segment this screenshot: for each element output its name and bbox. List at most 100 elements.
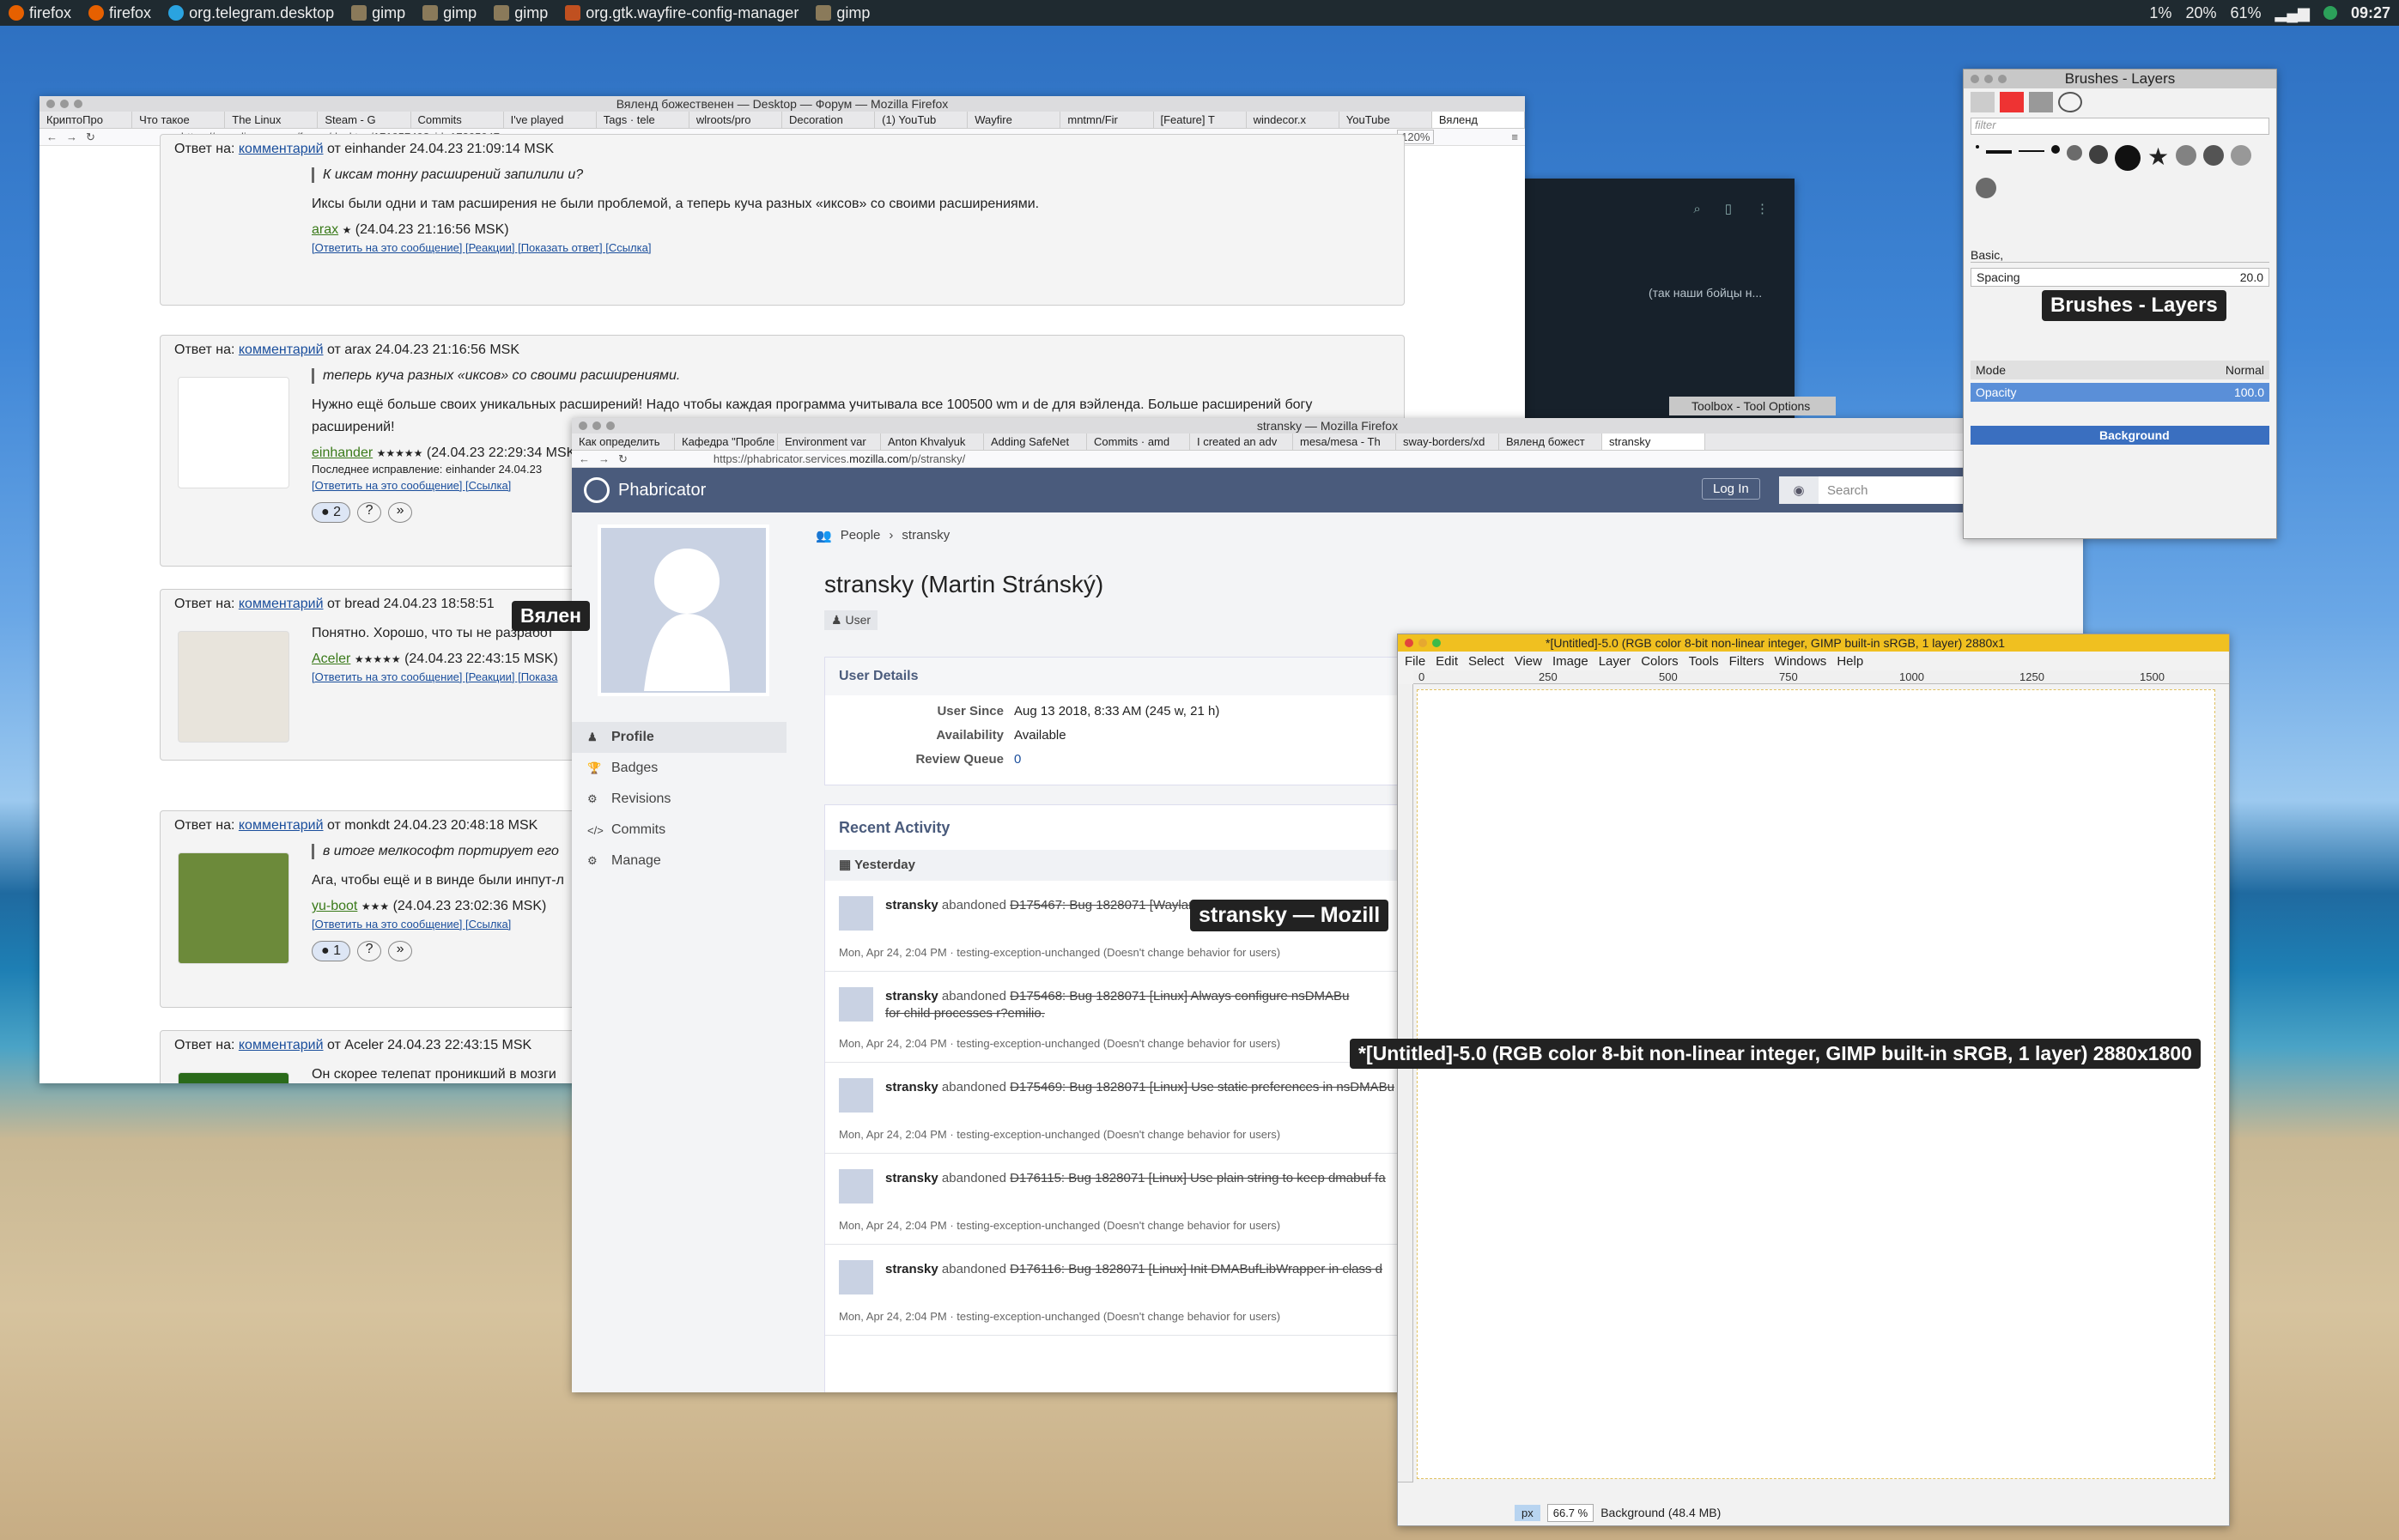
forward-icon[interactable]: → [66,130,77,143]
comment-link[interactable]: комментарий [239,1038,324,1052]
close-button[interactable] [1405,639,1413,647]
sidebar-item-manage[interactable]: ⚙ Manage [572,846,787,876]
menu-filters[interactable]: Filters [1729,654,1764,669]
revision-link[interactable]: D176115: Bug 1828071 [Linux] Use plain s… [1010,1171,1386,1185]
brush-swatch[interactable] [2019,150,2044,152]
globe-icon[interactable]: ◉ [1779,476,1819,504]
browser-tab[interactable]: Вяленд божест [1499,434,1602,450]
brush-swatch[interactable] [2051,145,2060,154]
close-button[interactable] [1971,75,1979,83]
post-actions[interactable]: [Ответить на это сообщение] [Реакции] [П… [312,241,1390,254]
taskbar-item[interactable]: org.telegram.desktop [160,4,343,22]
star-brush-icon[interactable]: ★ [2147,145,2169,171]
menu-icon[interactable]: ≡ [1511,130,1518,143]
browser-tab[interactable]: stransky [1602,434,1705,450]
author-link[interactable]: Aceler [312,652,350,666]
sidebar-toggle-icon[interactable]: ▯ [1725,201,1732,216]
browser-tab[interactable]: Как определить [572,434,675,450]
brush-swatch[interactable] [2176,145,2197,166]
taskbar-item[interactable]: firefox [0,4,80,22]
reload-icon[interactable]: ↻ [86,130,95,144]
activity-user[interactable]: stransky [885,1080,938,1094]
browser-tab[interactable]: I created an adv [1190,434,1293,450]
browser-tab[interactable]: The Linux [225,112,319,128]
menu-edit[interactable]: Edit [1436,654,1458,669]
history-tab-icon[interactable] [2058,92,2082,112]
back-icon[interactable]: ← [46,130,58,143]
browser-tab[interactable]: Anton Khvalyuk [881,434,984,450]
browser-tab[interactable]: [Feature] T [1154,112,1247,128]
forward-icon[interactable]: → [598,452,610,465]
menu-view[interactable]: View [1515,654,1542,669]
reaction-button[interactable]: ● 2 [312,502,351,523]
breadcrumb-user[interactable]: stransky [902,528,950,543]
browser-tab[interactable]: I've played [504,112,597,128]
browser-tab[interactable]: wlroots/pro [689,112,782,128]
comment-link[interactable]: комментарий [239,597,324,611]
menu-layer[interactable]: Layer [1599,654,1631,669]
menu-windows[interactable]: Windows [1774,654,1826,669]
minimize-button[interactable] [592,421,601,430]
reaction-button[interactable]: ● 1 [312,941,351,961]
layer-row[interactable]: Background [1971,426,2269,445]
taskbar-item[interactable]: gimp [807,4,878,22]
brush-swatch[interactable] [1986,150,2012,154]
spacing-slider[interactable]: Spacing 20.0 [1971,268,2269,287]
browser-tab[interactable]: Кафедра "Пробле [675,434,778,450]
brush-swatch[interactable] [2089,145,2108,164]
browser-tab[interactable]: Commits [411,112,504,128]
close-button[interactable] [46,100,55,108]
add-reaction-icon[interactable]: ? [357,502,382,523]
browser-tab[interactable]: Environment var [778,434,881,450]
maximize-button[interactable] [606,421,615,430]
more-icon[interactable]: ⋮ [1756,201,1769,216]
comment-link[interactable]: комментарий [239,818,324,833]
sidebar-item-revisions[interactable]: ⚙ Revisions [572,784,787,815]
menu-image[interactable]: Image [1552,654,1588,669]
close-button[interactable] [579,421,587,430]
browser-tab[interactable]: Что такое [132,112,226,128]
pattern-tab-icon[interactable] [2000,92,2024,112]
browser-tab[interactable]: windecor.x [1247,112,1339,128]
revision-link[interactable]: D175469: Bug 1828071 [Linux] Use static … [1010,1080,1394,1094]
add-reaction-icon[interactable]: ? [357,941,382,961]
menu-help[interactable]: Help [1837,654,1863,669]
detail-value[interactable]: 0 [1014,752,1021,776]
revision-link-cont[interactable]: for child processes r?emilio. [885,1006,1045,1021]
minimize-button[interactable] [1984,75,1993,83]
minimize-button[interactable] [60,100,69,108]
browser-tab[interactable]: Tags · tele [597,112,689,128]
author-link[interactable]: arax [312,222,338,237]
layers-mode[interactable]: Mode Normal [1971,361,2269,379]
activity-user[interactable]: stransky [885,1171,938,1185]
menu-file[interactable]: File [1405,654,1425,669]
browser-tab[interactable]: mntmn/Fir [1060,112,1154,128]
menu-select[interactable]: Select [1468,654,1504,669]
revision-link[interactable]: D175468: Bug 1828071 [Linux] Always conf… [1010,989,1349,1003]
reload-icon[interactable]: ↻ [618,452,628,466]
maximize-button[interactable] [74,100,82,108]
author-link[interactable]: einhander [312,446,373,460]
tray-app-icon[interactable] [2323,6,2337,20]
browser-tab[interactable]: mesa/mesa - Th [1293,434,1396,450]
browser-tab[interactable]: YouTube [1339,112,1432,128]
more-reactions-icon[interactable]: » [388,502,413,523]
brush-swatch[interactable] [2115,145,2141,171]
maximize-button[interactable] [1432,639,1441,647]
taskbar-item[interactable]: org.gtk.wayfire-config-manager [556,4,807,22]
brush-preset[interactable]: Basic, [1971,248,2269,263]
brush-swatch[interactable] [1976,178,1996,198]
brush-swatch[interactable] [2231,145,2252,166]
taskbar-item[interactable]: firefox [80,4,160,22]
revision-link[interactable]: D176116: Bug 1828071 [Linux] Init DMABuf… [1010,1262,1382,1276]
sidebar-item-profile[interactable]: ♟ Profile [572,722,787,753]
brush-swatch[interactable] [1976,145,1979,149]
phab-url[interactable]: https://phabricator.services.mozilla.com… [714,452,2062,465]
browser-tab[interactable]: Steam - G [318,112,411,128]
browser-tab[interactable]: Вяленд [1431,112,1525,128]
gradient-tab-icon[interactable] [2029,92,2053,112]
zoom-select[interactable]: 66.7 % [1546,1503,1594,1522]
phab-brand[interactable]: Phabricator [618,481,706,500]
browser-tab[interactable]: Decoration [782,112,876,128]
more-reactions-icon[interactable]: » [388,941,413,961]
